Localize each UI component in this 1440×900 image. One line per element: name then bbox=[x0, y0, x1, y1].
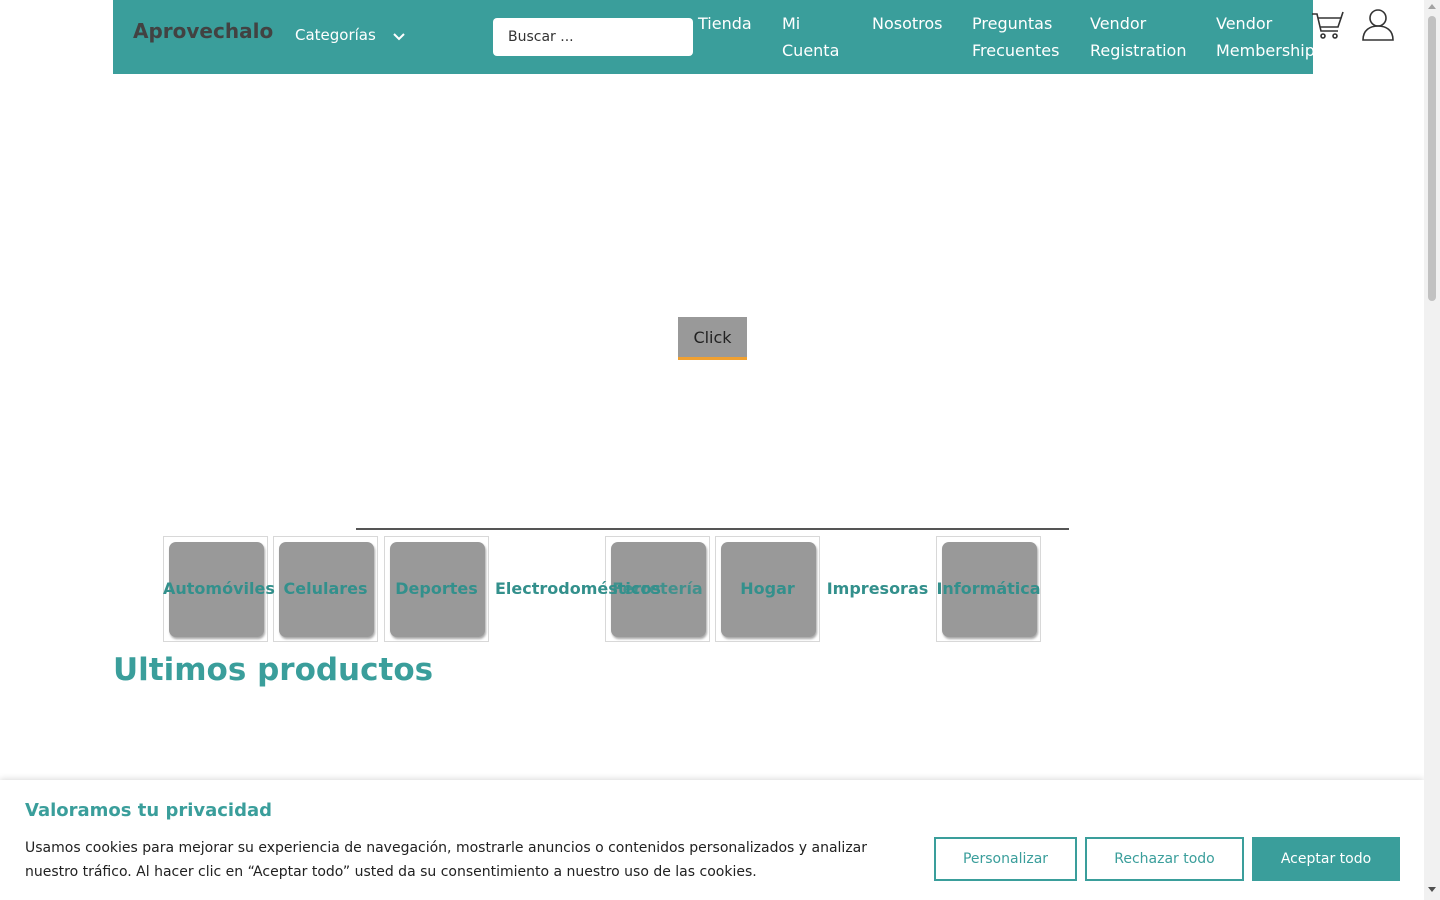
category-label-informatica[interactable]: Informática bbox=[936, 578, 1041, 600]
site-logo[interactable]: Aprovechalo bbox=[133, 19, 273, 43]
cart-icon[interactable] bbox=[1310, 10, 1344, 40]
nav-link-nosotros[interactable]: Nosotros bbox=[872, 10, 943, 37]
category-label-celulares[interactable]: Celulares bbox=[273, 578, 378, 600]
cookie-text: Usamos cookies para mejorar su experienc… bbox=[25, 840, 867, 880]
nav-link-tienda[interactable]: Tienda bbox=[698, 10, 752, 37]
category-label-automoviles[interactable]: Automóviles bbox=[163, 578, 275, 600]
hero-click-button[interactable]: Click bbox=[678, 317, 747, 360]
nav-link-vendor-registration[interactable]: Vendor Registration bbox=[1090, 10, 1200, 64]
search-input[interactable] bbox=[493, 18, 693, 56]
section-divider bbox=[356, 528, 1069, 530]
category-label-hogar[interactable]: Hogar bbox=[715, 578, 820, 600]
nav-link-mi-cuenta[interactable]: Mi Cuenta bbox=[782, 10, 852, 64]
category-label-deportes[interactable]: Deportes bbox=[384, 578, 489, 600]
scrollbar-thumb[interactable] bbox=[1428, 16, 1436, 301]
cookie-title: Valoramos tu privacidad bbox=[25, 800, 273, 821]
nav-link-preguntas-frecuentes[interactable]: Preguntas Frecuentes bbox=[972, 10, 1072, 64]
latest-products-heading: Ultimos productos bbox=[113, 652, 434, 688]
user-icon[interactable] bbox=[1361, 8, 1395, 42]
category-label-ferreteria[interactable]: Ferretería bbox=[605, 578, 710, 600]
categories-menu[interactable]: Categorías bbox=[295, 26, 376, 44]
scroll-down-icon[interactable] bbox=[1428, 887, 1436, 892]
chevron-down-icon[interactable] bbox=[390, 28, 408, 46]
cookie-banner: Valoramos tu privacidad Usamos cookies p… bbox=[0, 780, 1424, 900]
scroll-up-icon[interactable] bbox=[1428, 4, 1436, 9]
page-scrollbar[interactable] bbox=[1424, 0, 1440, 900]
category-label-impresoras[interactable]: Impresoras bbox=[825, 578, 930, 600]
customize-button[interactable]: Personalizar bbox=[934, 837, 1077, 881]
accept-all-button[interactable]: Aceptar todo bbox=[1252, 837, 1400, 881]
reject-all-button[interactable]: Rechazar todo bbox=[1085, 837, 1244, 881]
